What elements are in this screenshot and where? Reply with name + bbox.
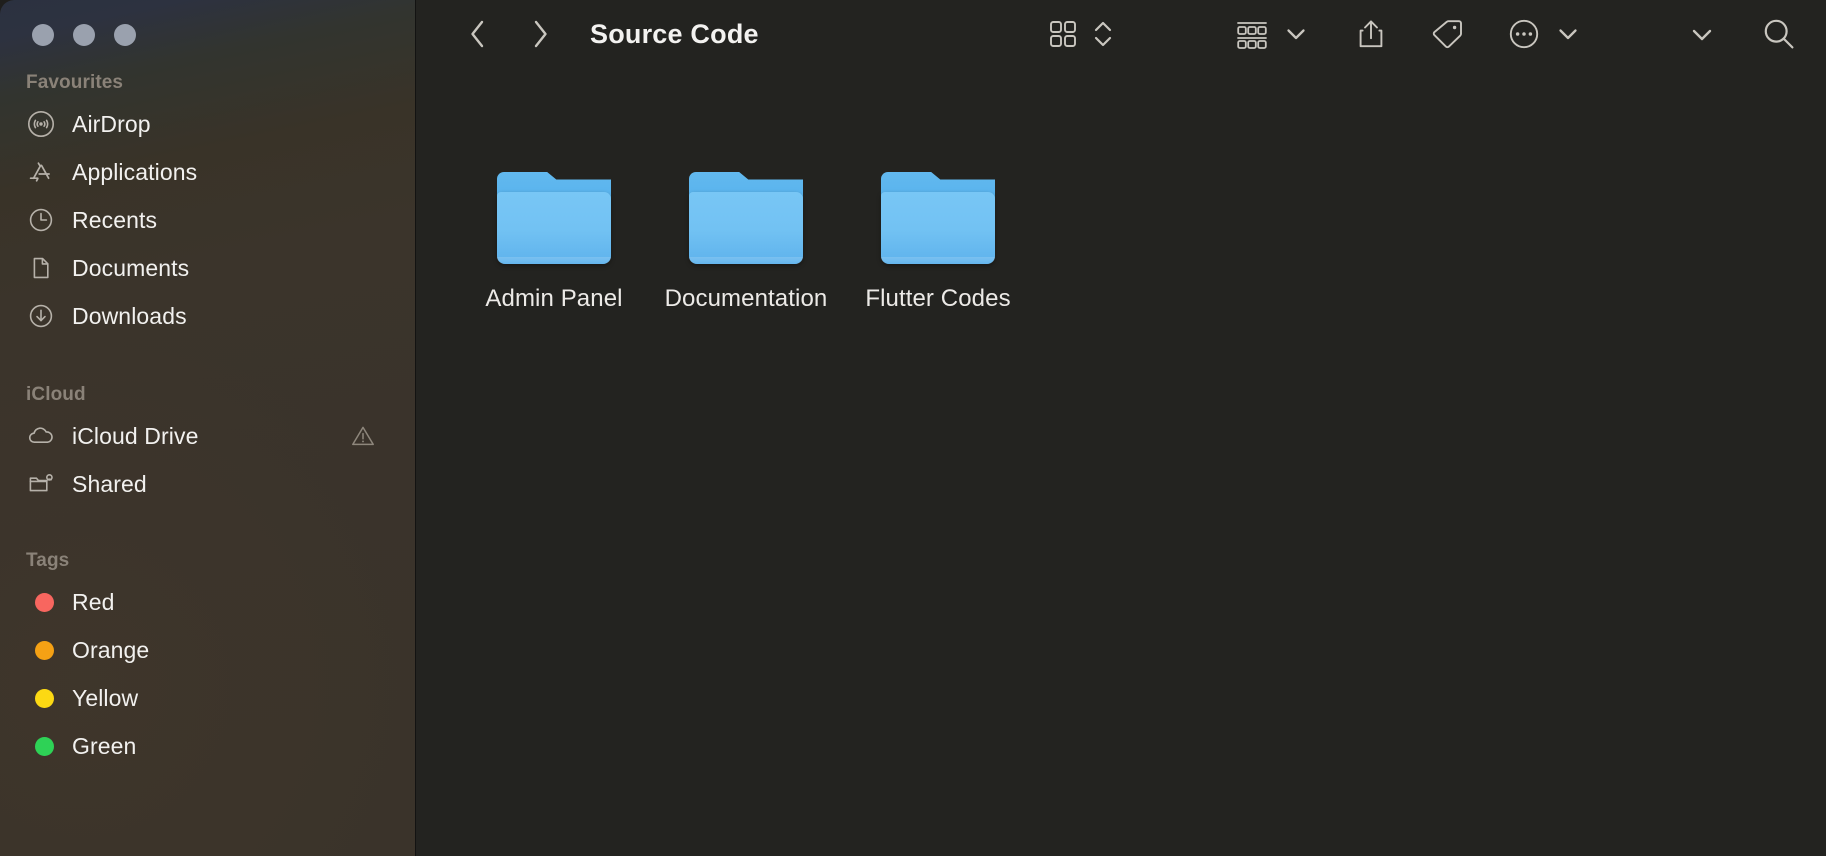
sidebar-item-label: Yellow <box>72 684 139 711</box>
tag-icon <box>1428 16 1466 52</box>
sidebar-section-favourites-title: Favourites <box>26 72 124 93</box>
folder-icon <box>881 172 995 264</box>
clock-icon <box>26 205 56 235</box>
sidebar-item-label: Green <box>72 732 137 759</box>
more-actions-button[interactable] <box>1506 12 1542 56</box>
document-icon <box>26 253 56 283</box>
tag-button[interactable] <box>1428 12 1466 56</box>
toolbar-overflow-button[interactable] <box>1688 12 1716 56</box>
sidebar-item-recents[interactable]: Recents <box>0 196 415 244</box>
sidebar-item-label: Applications <box>72 158 198 185</box>
tag-dot-green-icon <box>26 731 56 761</box>
sidebar-item-downloads[interactable]: Downloads <box>0 292 415 340</box>
sidebar: Favourites AirDrop Applications Recents … <box>0 0 415 856</box>
search-icon <box>1760 15 1798 53</box>
sidebar-item-label: Shared <box>72 470 147 497</box>
sidebar-item-label: iCloud Drive <box>72 422 199 449</box>
chevron-down-icon <box>1688 20 1716 48</box>
file-label: Admin Panel <box>485 285 623 312</box>
sidebar-item-label: Documents <box>72 254 190 281</box>
download-icon <box>26 301 56 331</box>
cloud-icon <box>26 421 56 451</box>
chevron-right-icon <box>527 14 553 54</box>
tag-dot-red-icon <box>26 587 56 617</box>
forward-button[interactable] <box>518 12 562 56</box>
finder-window: Favourites AirDrop Applications Recents … <box>0 0 1826 856</box>
folder-icon <box>497 172 611 264</box>
file-label: Flutter Codes <box>865 285 1011 312</box>
view-mode-stepper[interactable] <box>1092 12 1114 56</box>
ellipsis-circle-icon <box>1506 16 1542 52</box>
file-item-admin-panel[interactable]: Admin Panel <box>458 172 650 313</box>
chevron-left-icon <box>465 14 491 54</box>
share-icon <box>1354 15 1388 53</box>
group-by-chevron[interactable] <box>1282 12 1310 56</box>
sidebar-item-documents[interactable]: Documents <box>0 244 415 292</box>
sidebar-item-label: Red <box>72 588 115 615</box>
sidebar-item-label: Downloads <box>72 302 187 329</box>
shared-folder-icon <box>26 469 56 499</box>
file-item-documentation[interactable]: Documentation <box>650 172 842 313</box>
tag-dot-orange-icon <box>26 635 56 665</box>
icon-view-grid-icon <box>1046 17 1080 51</box>
folder-icon <box>689 172 803 264</box>
share-button[interactable] <box>1354 12 1388 56</box>
applications-icon <box>26 157 56 187</box>
warning-triangle-icon[interactable] <box>349 422 377 450</box>
file-item-flutter-codes[interactable]: Flutter Codes <box>842 172 1034 313</box>
chevron-up-down-icon <box>1092 16 1114 52</box>
sidebar-item-shared[interactable]: Shared <box>0 460 415 508</box>
file-grid: Admin Panel Documentation Flutter Codes <box>416 68 1826 856</box>
sidebar-item-tag-yellow[interactable]: Yellow <box>0 674 415 722</box>
chevron-down-icon <box>1283 21 1309 47</box>
sidebar-item-tag-green[interactable]: Green <box>0 722 415 770</box>
sidebar-item-icloud-drive[interactable]: iCloud Drive <box>0 412 415 460</box>
sidebar-item-applications[interactable]: Applications <box>0 148 415 196</box>
sidebar-item-label: Orange <box>72 636 150 663</box>
sidebar-section-icloud-title: iCloud <box>26 384 86 405</box>
chevron-down-icon <box>1555 21 1581 47</box>
zoom-button[interactable] <box>114 24 136 46</box>
toolbar: Source Code <box>416 0 1826 68</box>
minimize-button[interactable] <box>73 24 95 46</box>
content-area: Source Code Admin Panel Documentation Fl… <box>415 0 1826 856</box>
sidebar-section-tags-title: Tags <box>26 550 70 571</box>
sidebar-item-label: Recents <box>72 206 158 233</box>
page-title[interactable]: Source Code <box>590 19 759 50</box>
airdrop-icon <box>26 109 56 139</box>
search-button[interactable] <box>1760 12 1798 56</box>
sidebar-item-tag-red[interactable]: Red <box>0 578 415 626</box>
close-button[interactable] <box>32 24 54 46</box>
group-by-icon <box>1234 17 1270 51</box>
more-actions-chevron[interactable] <box>1554 12 1582 56</box>
group-by-button[interactable] <box>1234 12 1270 56</box>
view-mode-button[interactable] <box>1046 12 1080 56</box>
file-label: Documentation <box>664 285 828 312</box>
traffic-light-group <box>0 0 415 46</box>
tag-dot-yellow-icon <box>26 683 56 713</box>
sidebar-item-airdrop[interactable]: AirDrop <box>0 100 415 148</box>
sidebar-item-label: AirDrop <box>72 110 151 137</box>
back-button[interactable] <box>456 12 500 56</box>
sidebar-item-tag-orange[interactable]: Orange <box>0 626 415 674</box>
